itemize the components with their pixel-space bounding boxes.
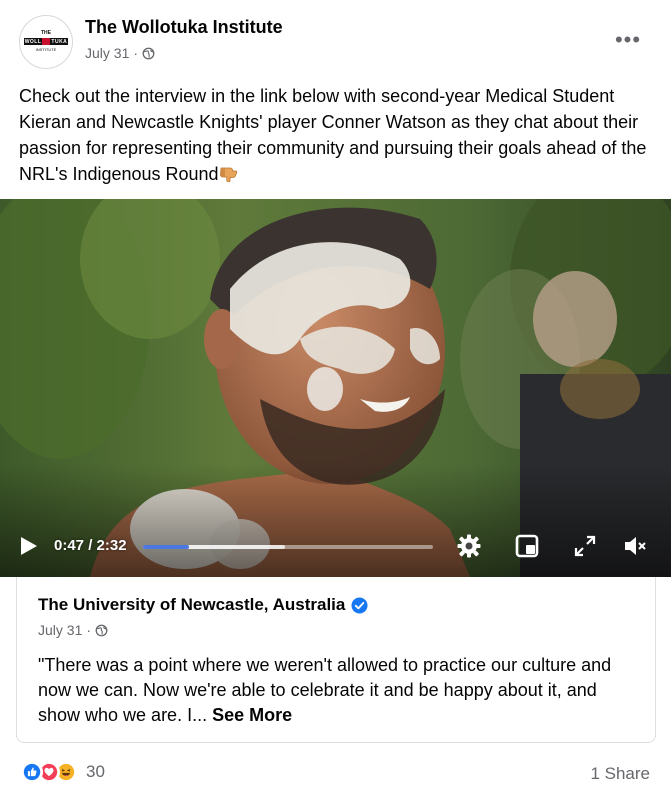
card-meta-separator: ·	[86, 622, 92, 638]
post-header: THE WOLL TUKA INSTITUTE The Wollotuka In…	[0, 0, 671, 78]
video-progress-fill	[143, 545, 190, 549]
verified-badge-icon	[351, 597, 368, 613]
post-footer: 30 1 Share	[0, 752, 671, 796]
post-text: Check out the interview in the link belo…	[19, 83, 659, 187]
card-author-name[interactable]: The University of Newcastle, Australia	[38, 595, 345, 615]
card-date-link[interactable]: July 31	[38, 622, 82, 638]
video-controls: 0:47 / 2:32	[0, 515, 671, 577]
shared-link-card[interactable]: The University of Newcastle, Australia J…	[16, 577, 656, 743]
video-player[interactable]: 0:47 / 2:32	[0, 199, 671, 577]
see-more-link[interactable]: See More	[212, 705, 292, 725]
post-meta: July 31 ·	[85, 45, 155, 61]
post-text-content: Check out the interview in the link belo…	[19, 86, 647, 184]
page-name-link[interactable]: The Wollotuka Institute	[85, 17, 283, 38]
pointing-down-hand-icon	[219, 167, 237, 182]
volume-muted-icon[interactable]	[622, 533, 648, 559]
card-text: "There was a point where we weren't allo…	[38, 653, 638, 728]
globe-icon[interactable]	[142, 47, 155, 60]
card-meta: July 31 ·	[38, 622, 108, 638]
reactions-summary[interactable]: 30	[21, 761, 105, 783]
card-text-content: "There was a point where we weren't allo…	[38, 655, 612, 725]
fullscreen-expand-icon[interactable]	[572, 533, 598, 559]
logo-bottom-text: INSTITUTE	[35, 47, 57, 52]
video-time: 0:47 / 2:32	[54, 537, 127, 554]
logo-band: WOLL TUKA	[24, 38, 68, 45]
share-count-link[interactable]: 1 Share	[590, 764, 650, 784]
logo-top-text: THE	[41, 30, 51, 36]
play-icon[interactable]	[17, 535, 39, 557]
video-progress-bar[interactable]	[143, 545, 433, 549]
post-date-link[interactable]: July 31	[85, 45, 129, 61]
logo-band-left: WOLL	[24, 38, 42, 45]
globe-icon[interactable]	[95, 624, 108, 637]
logo-accent	[42, 38, 51, 45]
card-author: The University of Newcastle, Australia	[38, 595, 368, 615]
meta-separator: ·	[133, 45, 139, 61]
logo-band-right: TUKA	[51, 38, 68, 45]
reaction-count: 30	[86, 762, 105, 781]
more-options-button[interactable]: •••	[611, 28, 645, 52]
picture-in-picture-icon[interactable]	[514, 533, 540, 559]
page-avatar[interactable]: THE WOLL TUKA INSTITUTE	[19, 15, 73, 69]
like-reaction-icon	[21, 761, 43, 783]
facebook-post: THE WOLL TUKA INSTITUTE The Wollotuka In…	[0, 0, 671, 800]
settings-gear-icon[interactable]	[456, 533, 482, 559]
